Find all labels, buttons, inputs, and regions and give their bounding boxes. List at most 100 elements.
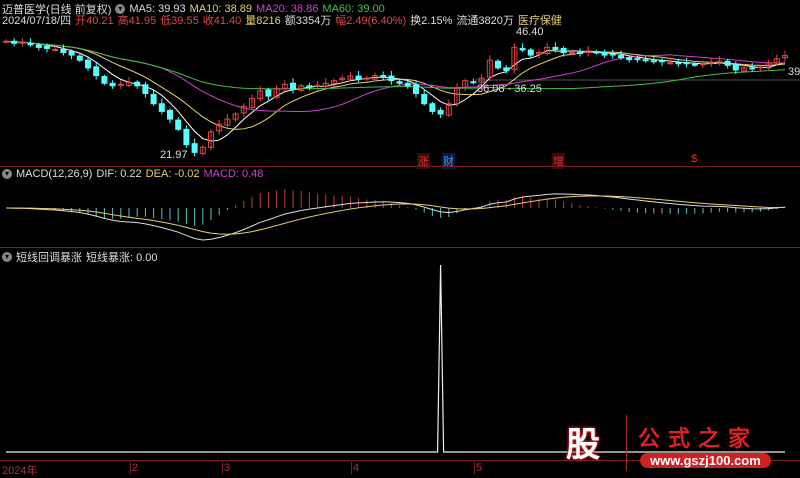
- candle-body: [35, 44, 42, 48]
- candle-body: [618, 55, 624, 59]
- candle-body: [470, 81, 477, 84]
- candle-body: [109, 82, 116, 87]
- amount: 额3354万: [284, 15, 332, 27]
- macd-title: MACD(12,26,9): [16, 168, 93, 180]
- logo-url: www.gszj100.com: [640, 453, 771, 468]
- axis-label-may: 5: [474, 462, 483, 474]
- logo-divider: [626, 415, 627, 471]
- axis-label-mar: 3: [222, 462, 231, 474]
- candle-body: [749, 67, 756, 70]
- candle-body: [626, 57, 633, 61]
- indicator-header: ▾ 短线回调暴涨 短线暴涨: 0.00: [2, 249, 158, 265]
- divider: [0, 166, 800, 167]
- dif-value: DIF: 0.22: [96, 168, 142, 180]
- ma60-line: [5, 40, 786, 90]
- candle-body: [708, 61, 715, 64]
- candle-body: [691, 63, 698, 66]
- candle-body: [421, 94, 428, 105]
- macd-header: ▾ MACD(12,26,9) DIF: 0.22 DEA: -0.02 MAC…: [2, 168, 263, 180]
- axis-label-apr: 4: [351, 462, 360, 474]
- high-price-label: 46.40: [516, 26, 544, 38]
- candle-body: [552, 46, 559, 50]
- logo-mark: 股: [566, 426, 600, 464]
- candle-body: [183, 128, 190, 146]
- low-price-label: 21.97: [160, 149, 188, 161]
- candle-body: [609, 53, 616, 56]
- candle-body: [437, 109, 444, 115]
- candle-body: [675, 62, 682, 65]
- candle-body: [503, 67, 510, 71]
- candle-body: [290, 82, 296, 90]
- dea-value: DEA: -0.02: [145, 168, 200, 180]
- candle-body: [388, 75, 395, 82]
- indicator-title: 短线回调暴涨: [16, 252, 82, 264]
- close: 收41.40: [202, 15, 242, 27]
- candle-body: [142, 84, 149, 94]
- candle-body: [495, 60, 501, 69]
- candle-body: [519, 47, 526, 51]
- candle-body: [683, 62, 690, 65]
- candle-body: [85, 59, 91, 69]
- candle-body: [732, 63, 739, 71]
- stock-chart[interactable]: [0, 0, 800, 474]
- macd-value: MACD: 0.48: [203, 168, 264, 180]
- open: 开40.21: [75, 15, 114, 27]
- dropdown-icon[interactable]: ▾: [2, 252, 12, 262]
- candle-body: [380, 75, 387, 78]
- candle-body: [117, 83, 124, 86]
- float-shares: 流通3820万: [456, 15, 514, 27]
- candle-body: [68, 51, 75, 56]
- candle-body: [659, 59, 665, 63]
- candle-body: [265, 89, 272, 97]
- candle-body: [60, 48, 67, 54]
- right-price-label: 39: [788, 66, 800, 78]
- candle-body: [642, 59, 649, 62]
- candle-body: [52, 48, 59, 51]
- turnover: 换2.15%: [410, 15, 453, 27]
- dropdown-icon[interactable]: ▾: [2, 169, 12, 179]
- candle-body: [19, 41, 26, 44]
- volume: 量8216: [245, 15, 281, 27]
- candle-body: [93, 66, 100, 77]
- candle-body: [601, 52, 608, 56]
- candle-body: [101, 76, 108, 84]
- candle-body: [413, 84, 419, 94]
- indicator-value: 短线暴涨: 0.00: [86, 252, 158, 264]
- marker-dollar[interactable]: $: [690, 153, 698, 165]
- candle-body: [175, 119, 182, 130]
- candle-body: [593, 51, 600, 54]
- logo-name: 公式之家: [638, 426, 759, 451]
- high: 高41.95: [117, 15, 157, 27]
- candle-body: [3, 40, 9, 43]
- date: 2024/07/18/四: [2, 15, 72, 27]
- candle-body: [27, 42, 34, 46]
- candle-body: [306, 85, 313, 88]
- dea-line: [5, 195, 786, 235]
- low: 低39.55: [160, 15, 199, 27]
- candle-body: [355, 75, 362, 80]
- candle-body: [634, 58, 641, 61]
- candle-body: [650, 60, 657, 63]
- watermark-logo: 股 公式之家 www.gszj100.com: [560, 415, 800, 471]
- candle-body: [667, 62, 674, 65]
- candle-body: [527, 49, 534, 56]
- candle-body: [11, 40, 18, 44]
- candle-body: [191, 143, 198, 153]
- header-row-2: 2024/07/18/四 开40.21 高41.95 低39.55 收41.40…: [2, 12, 562, 28]
- candle-body: [363, 77, 370, 80]
- range-label: 36.08 - 36.25: [477, 83, 542, 95]
- candle-body: [167, 109, 173, 120]
- divider: [0, 247, 800, 248]
- candle-body: [396, 81, 403, 84]
- candle-body: [44, 45, 50, 49]
- ma5-line: [5, 40, 786, 142]
- candle-body: [134, 81, 141, 87]
- axis-label-year: 2024年: [2, 465, 38, 477]
- ma20-line: [5, 40, 786, 113]
- candle-body: [560, 47, 567, 54]
- candle-body: [724, 60, 731, 66]
- axis-label-feb: 2: [130, 462, 139, 474]
- change: 幅2.49(6.40%): [335, 15, 407, 27]
- candle-body: [76, 55, 83, 61]
- candle-body: [150, 94, 157, 105]
